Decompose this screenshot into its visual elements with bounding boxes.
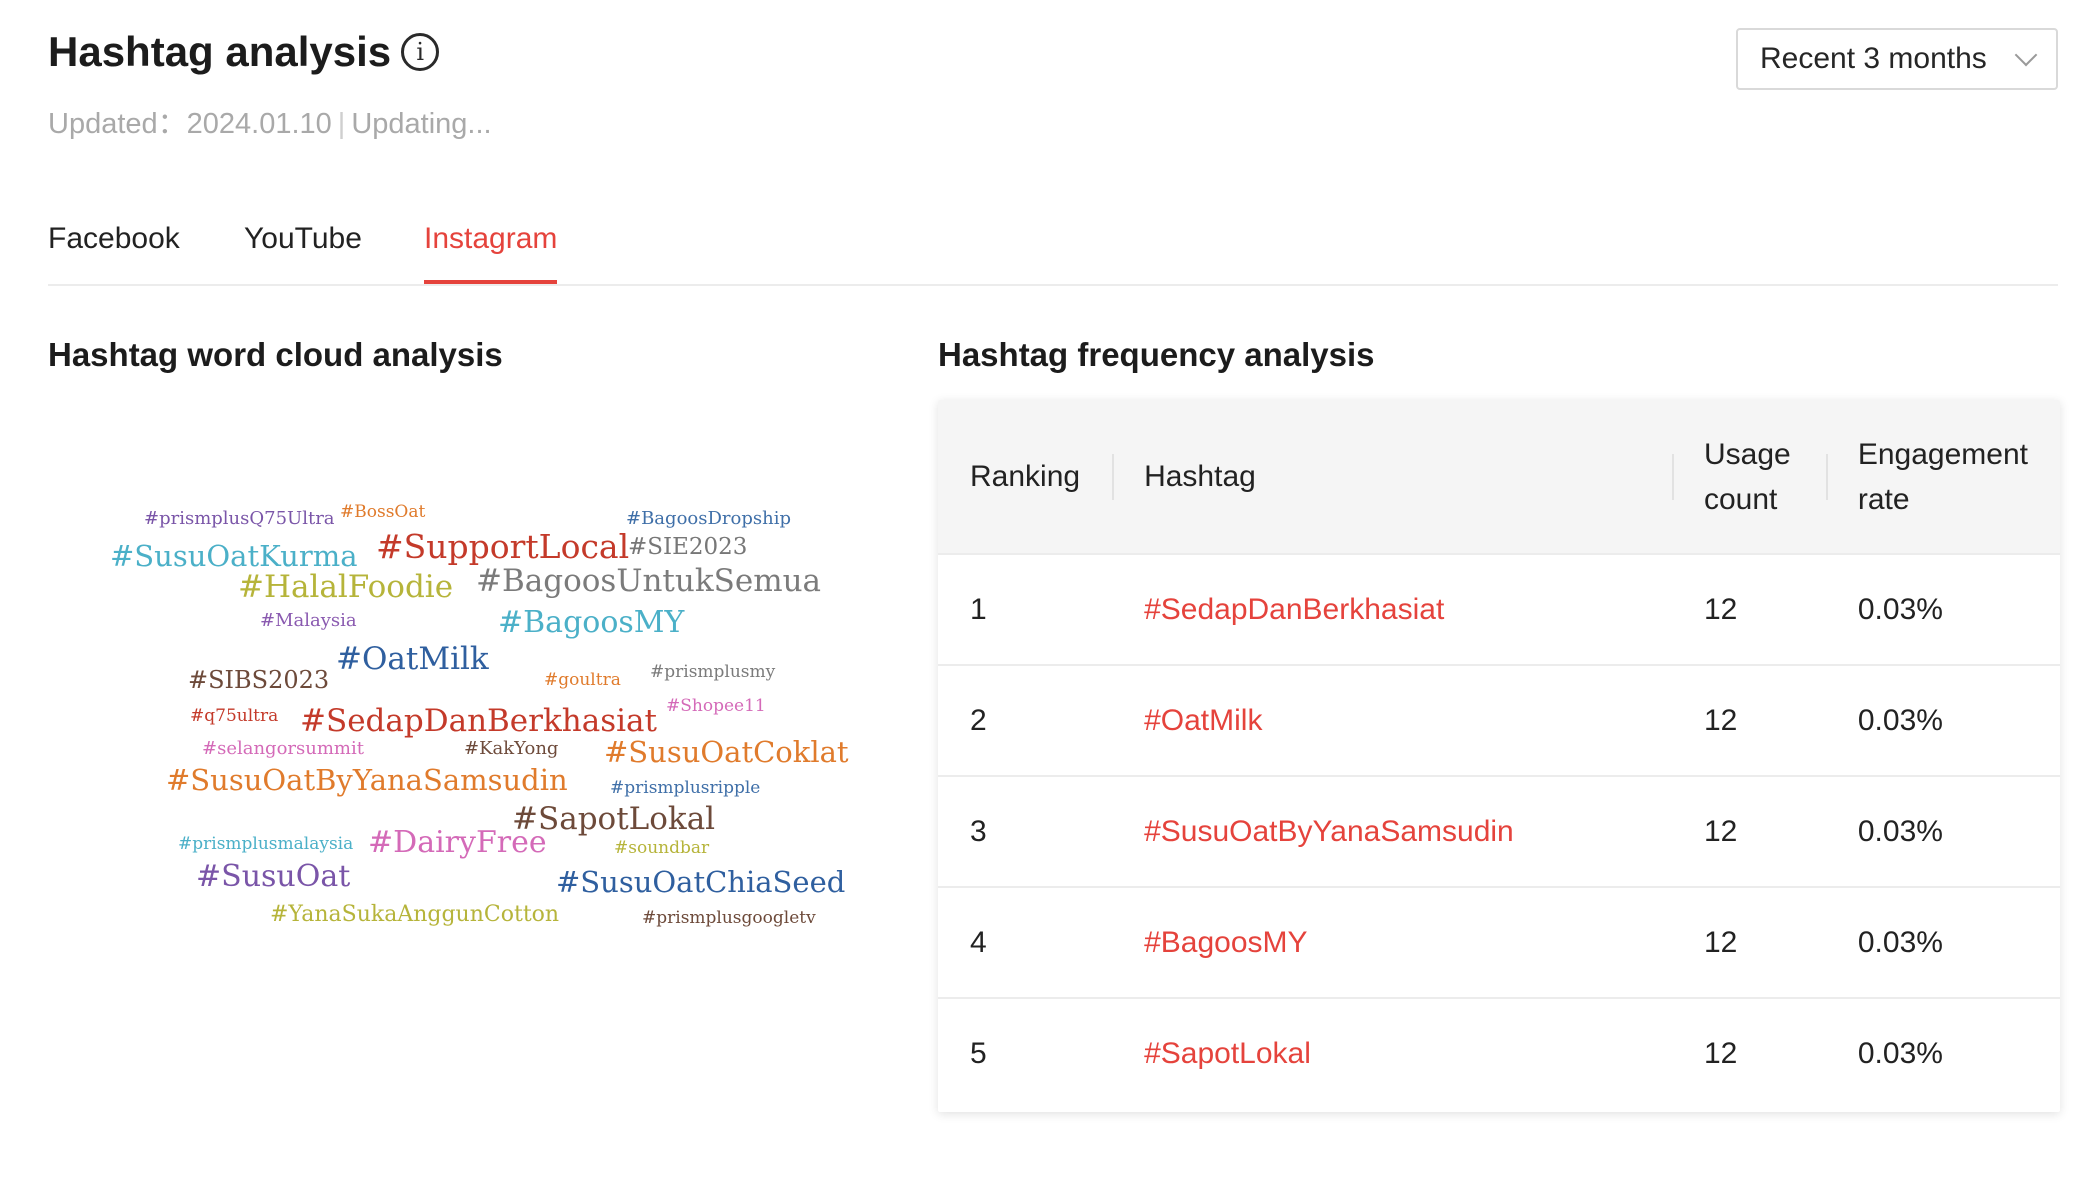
word-cloud-term[interactable]: #HalalFoodie — [238, 572, 453, 603]
row-hashtag-link[interactable]: #SedapDanBerkhasiat — [1112, 554, 1672, 665]
word-cloud-term[interactable]: #Malaysia — [260, 612, 357, 630]
row-rank: 5 — [970, 1037, 987, 1070]
word-cloud-term[interactable]: #prismplusripple — [610, 780, 760, 797]
row-engagement: 0.03% — [1857, 703, 1943, 737]
row-engagement: 0.03% — [1857, 592, 1943, 626]
platform-tabs: Facebook YouTube Instagram — [48, 196, 2058, 286]
row-usage: 12 — [1704, 703, 1738, 737]
word-cloud-term[interactable]: #prismplusmy — [650, 664, 775, 681]
word-cloud-term[interactable]: #q75ultra — [190, 708, 278, 725]
table-row: 4 #BagoosMY 12 0.03% — [938, 887, 2060, 998]
row-rank: 2 — [970, 703, 987, 737]
word-cloud-term[interactable]: #KakYong — [464, 740, 558, 758]
word-cloud-title: Hashtag word cloud analysis — [48, 336, 503, 373]
row-usage: 12 — [1704, 1037, 1738, 1070]
col-engagement-label: Engagement rate — [1857, 437, 2028, 516]
row-rank: 1 — [970, 592, 987, 626]
tab-instagram[interactable]: Instagram — [424, 222, 558, 284]
word-cloud-term[interactable]: #SusuOatKurma — [110, 542, 357, 571]
row-rank: 4 — [970, 925, 987, 959]
row-usage: 12 — [1704, 925, 1738, 959]
updating-status: Updating... — [351, 108, 492, 140]
word-cloud-term[interactable]: #BossOat — [340, 504, 425, 521]
row-rank: 3 — [970, 814, 987, 848]
word-cloud-term[interactable]: #prismplusgoogletv — [642, 910, 816, 927]
col-usage-label: Usage count — [1704, 437, 1791, 516]
word-cloud-term[interactable]: #BagoosMY — [498, 608, 684, 638]
row-engagement: 0.03% — [1857, 925, 1943, 959]
word-cloud-term[interactable]: #prismplusmalaysia — [178, 836, 353, 853]
hashtag-word-cloud: #prismplusQ75Ultra #BossOat #BagoosDropshi… — [48, 400, 888, 960]
word-cloud-term[interactable]: #prismplusQ75Ultra — [144, 510, 335, 528]
col-engagement-rate: Engagement rate — [1825, 400, 2060, 554]
word-cloud-term[interactable]: #selangorsummit — [202, 740, 364, 758]
word-cloud-term[interactable]: #soundbar — [614, 840, 709, 857]
period-select-value: Recent 3 months — [1760, 42, 1987, 75]
word-cloud-term[interactable]: #YanaSukaAnggunCotton — [270, 904, 559, 926]
col-usage-count: Usage count — [1672, 400, 1826, 554]
row-usage: 12 — [1704, 814, 1738, 848]
word-cloud-term[interactable]: #SusuOat — [196, 862, 350, 892]
col-hashtag: Hashtag — [1112, 400, 1672, 554]
update-status: Updated：2024.01.10 | Updating... — [48, 100, 492, 142]
table-row: 1 #SedapDanBerkhasiat 12 0.03% — [938, 554, 2060, 665]
word-cloud-term[interactable]: #SIBS2023 — [188, 668, 329, 692]
word-cloud-term[interactable]: #OatMilk — [336, 644, 489, 675]
col-hashtag-label: Hashtag — [1144, 460, 1256, 493]
row-engagement: 0.03% — [1857, 814, 1943, 848]
page-title: Hashtag analysis i — [48, 28, 440, 76]
frequency-table: Ranking Hashtag Usage count Engagement r… — [938, 400, 2060, 1112]
word-cloud-term[interactable]: #SupportLocal — [376, 530, 629, 563]
table-row: 2 #OatMilk 12 0.03% — [938, 665, 2060, 776]
row-hashtag-link[interactable]: #SapotLokal — [1112, 998, 1672, 1109]
word-cloud-term[interactable]: #Shopee11 — [666, 698, 766, 715]
row-hashtag-link[interactable]: #SusuOatByYanaSamsudin — [1112, 776, 1672, 887]
word-cloud-term[interactable]: #SIE2023 — [628, 536, 747, 559]
page-title-text: Hashtag analysis — [48, 28, 392, 75]
info-icon[interactable]: i — [401, 33, 440, 71]
table-row: 3 #SusuOatByYanaSamsudin 12 0.03% — [938, 776, 2060, 887]
word-cloud-term[interactable]: #goultra — [544, 672, 621, 689]
row-hashtag-link[interactable]: #OatMilk — [1112, 665, 1672, 776]
updated-date: Updated：2024.01.10 — [48, 108, 332, 140]
chevron-down-icon — [2014, 43, 2038, 67]
word-cloud-term[interactable]: #DairyFree — [368, 828, 547, 858]
row-engagement: 0.03% — [1857, 1037, 1943, 1070]
word-cloud-term[interactable]: #BagoosDropship — [626, 510, 791, 528]
tab-facebook[interactable]: Facebook — [48, 222, 180, 282]
word-cloud-term[interactable]: #SusuOatCoklat — [604, 738, 849, 767]
frequency-title: Hashtag frequency analysis — [938, 336, 1375, 373]
tab-youtube[interactable]: YouTube — [244, 222, 362, 282]
word-cloud-term[interactable]: #SedapDanBerkhasiat — [300, 706, 657, 737]
col-ranking: Ranking — [970, 460, 1081, 493]
word-cloud-term[interactable]: #SusuOatChiaSeed — [556, 868, 845, 897]
row-usage: 12 — [1704, 592, 1738, 626]
row-hashtag-link[interactable]: #BagoosMY — [1112, 887, 1672, 998]
period-select[interactable]: Recent 3 months — [1736, 28, 2058, 90]
word-cloud-term[interactable]: #SusuOatByYanaSamsudin — [166, 766, 568, 795]
table-row: 5 #SapotLokal 12 0.03% — [938, 998, 2060, 1109]
table-header-row: Ranking Hashtag Usage count Engagement r… — [938, 400, 2060, 554]
status-separator: | — [337, 108, 346, 140]
word-cloud-term[interactable]: #BagoosUntukSemua — [476, 566, 821, 597]
